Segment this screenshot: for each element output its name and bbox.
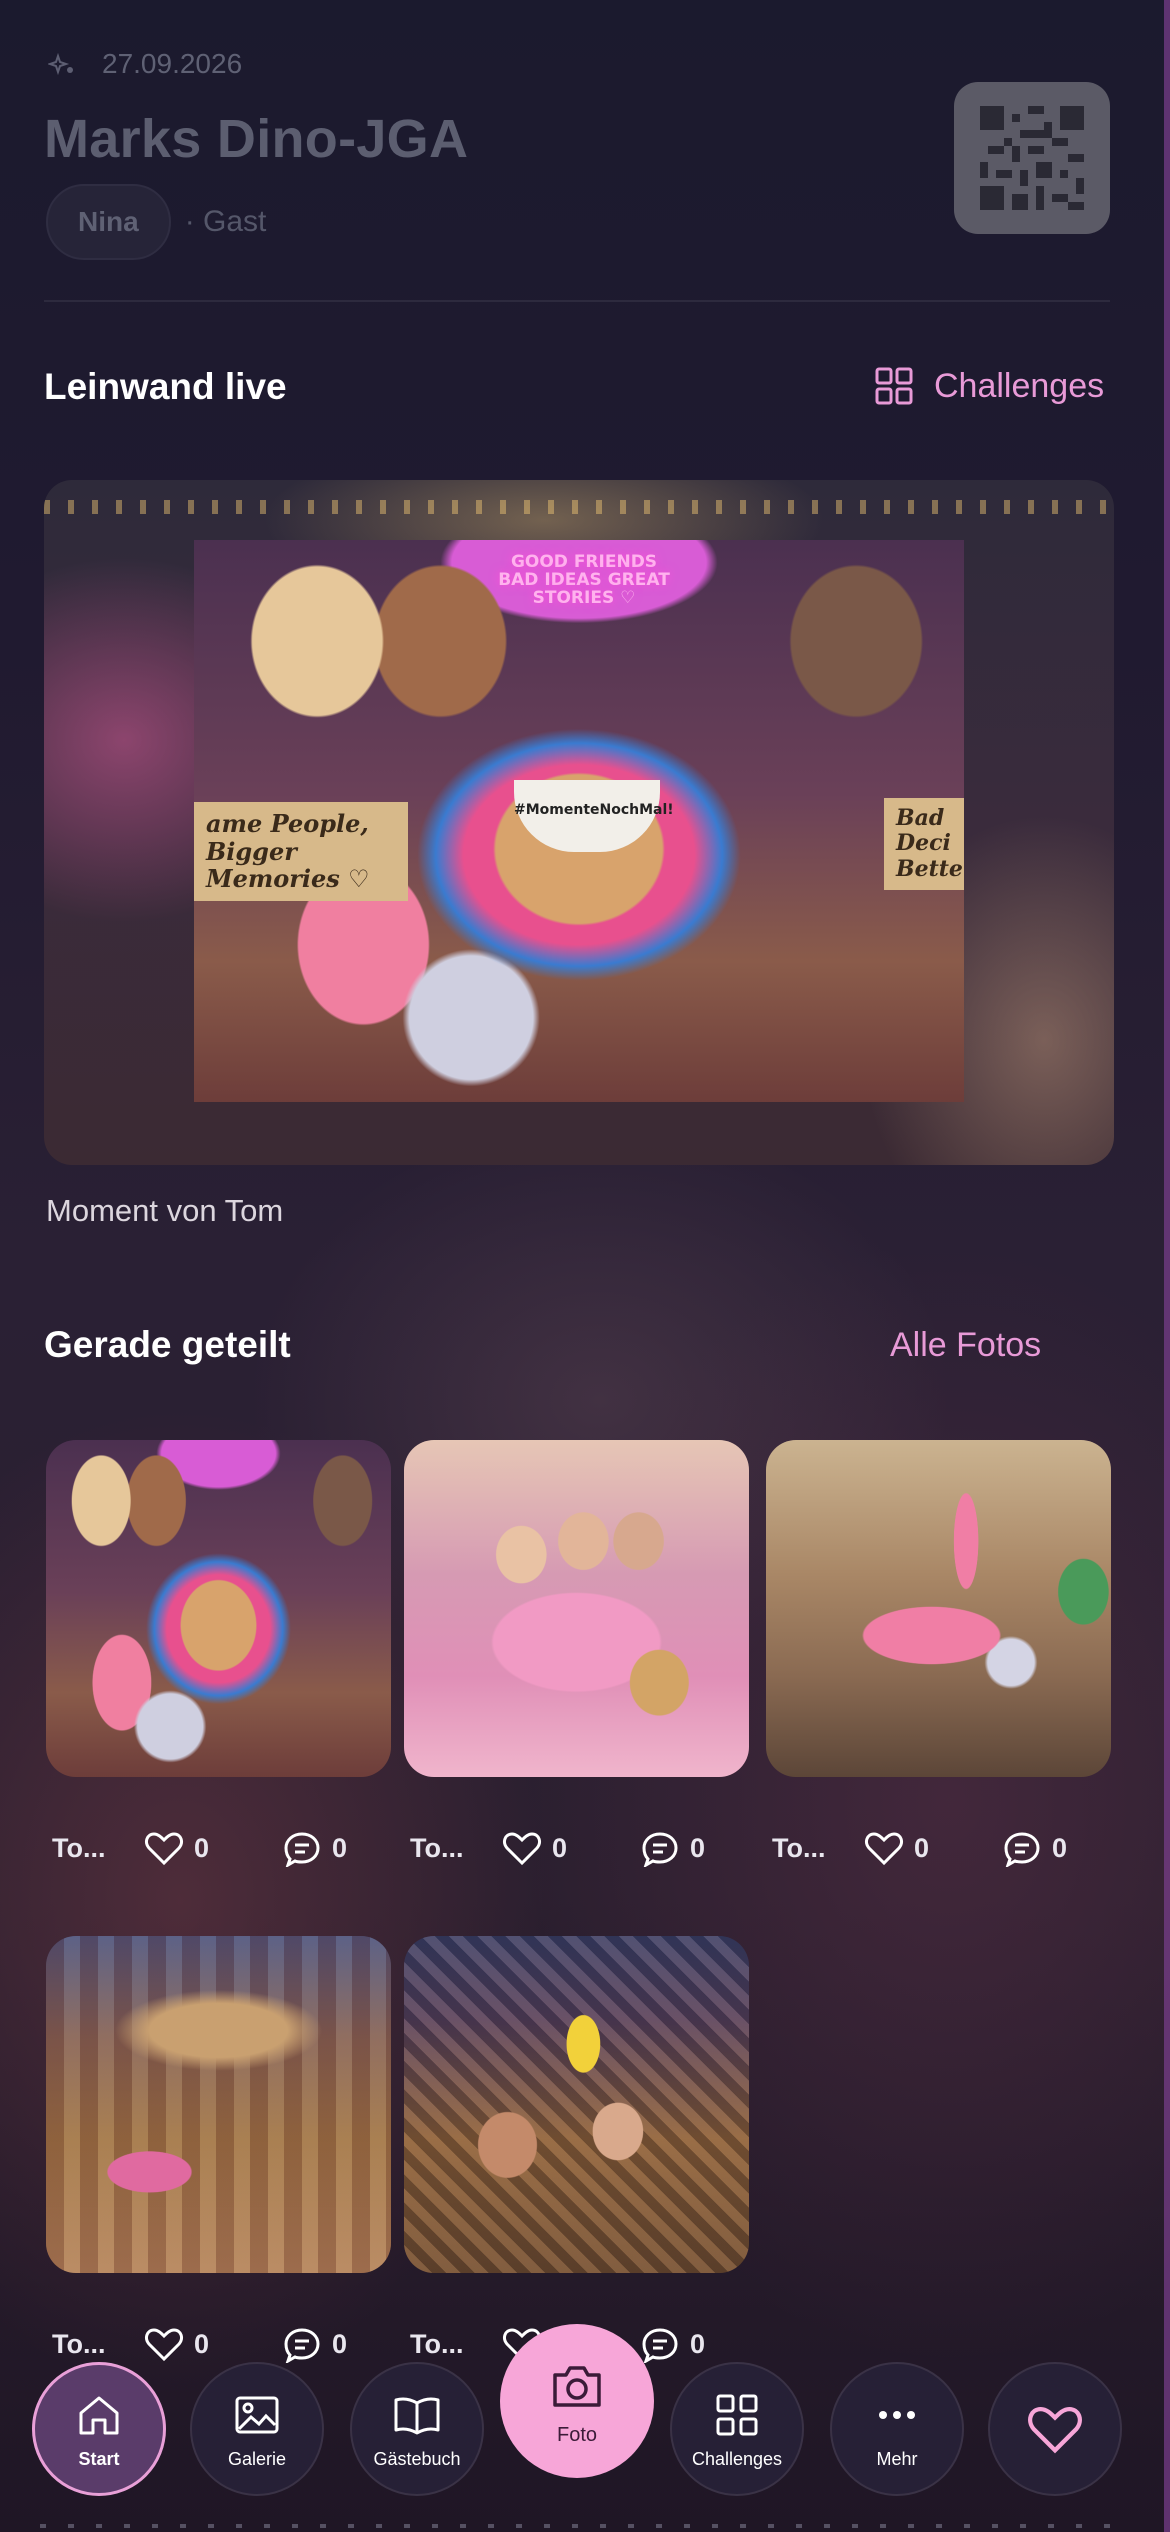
like-button[interactable]: 0 (864, 1829, 929, 1867)
nav-start-label: Start (78, 2448, 120, 2469)
cardboard-sign-right: Bad Deci Bette (884, 798, 964, 890)
camera-icon (553, 2365, 601, 2407)
nav-gaestebuch-label: Gästebuch (373, 2448, 461, 2469)
comment-icon (642, 2328, 678, 2363)
like-count: 0 (194, 2328, 210, 2359)
challenges-link[interactable]: Challenges (874, 366, 1104, 406)
party-dog-thumbnail (46, 1440, 391, 1777)
comment-count: 0 (1052, 1832, 1068, 1863)
home-icon (79, 2396, 119, 2434)
nav-gaestebuch[interactable]: Gästebuch (350, 2362, 484, 2496)
photo-author: To... (410, 2328, 464, 2359)
comment-button[interactable]: 0 (282, 2325, 347, 2363)
nav-mehr-label: Mehr (876, 2448, 918, 2469)
comment-button[interactable]: 0 (640, 2325, 705, 2363)
photo-tile[interactable] (46, 1440, 391, 1777)
heart-icon (145, 1832, 183, 1866)
like-count: 0 (194, 1832, 210, 1863)
nav-galerie[interactable]: Galerie (190, 2362, 324, 2496)
more-dots-icon (879, 2410, 915, 2419)
city-lights (44, 500, 1114, 514)
photo-author: To... (52, 1832, 106, 1863)
like-button[interactable]: 0 (144, 2325, 209, 2363)
neon-sign: GOOD FRIENDS BAD IDEAS GREAT STORIES ♡ (498, 552, 670, 608)
like-button[interactable]: 0 (144, 1829, 209, 1867)
group-selfie-thumbnail (404, 1936, 749, 2273)
flamingo-aftermath-thumbnail (766, 1440, 1111, 1777)
qr-code-button[interactable] (954, 82, 1110, 234)
photo-meta: To... 0 0 (766, 1828, 1111, 1868)
bottom-edge-dots (40, 2524, 1130, 2528)
like-count: 0 (552, 1832, 568, 1863)
event-date: 27.09.2026 (102, 48, 243, 79)
live-section-title: Leinwand live (44, 366, 287, 407)
challenges-link-label: Challenges (934, 366, 1105, 405)
photo-meta: To... 0 0 (404, 1828, 749, 1868)
comment-count: 0 (332, 2328, 348, 2359)
guest-info: Nina · Gast (46, 184, 266, 260)
live-caption: Moment von Tom (46, 1193, 284, 1228)
grid-icon (716, 2394, 758, 2435)
heart-icon (1028, 2406, 1082, 2454)
all-photos-link[interactable]: Alle Fotos (890, 1326, 1041, 1365)
qr-code-icon (980, 106, 1084, 210)
photo-author: To... (410, 1832, 464, 1863)
event-title: Marks Dino-JGA (44, 109, 469, 169)
nav-foto-button[interactable]: Foto (500, 2324, 654, 2478)
all-photos-link-label: Alle Fotos (890, 1326, 1042, 1364)
photo-tile[interactable] (404, 1936, 749, 2273)
nav-challenges[interactable]: Challenges (670, 2362, 804, 2496)
party-crowd-thumbnail (46, 1936, 391, 2273)
photo-tile[interactable] (766, 1440, 1111, 1777)
grid-icon (875, 367, 913, 405)
comment-button[interactable]: 0 (640, 1829, 705, 1867)
comment-icon (284, 2328, 320, 2363)
heart-icon (503, 1832, 541, 1866)
comment-icon (284, 1832, 320, 1867)
heart-icon (865, 1832, 903, 1866)
photo-author: To... (772, 1832, 826, 1863)
cardboard-sign-left: ame People, Bigger Memories ♡ (194, 802, 408, 901)
book-icon (394, 2397, 440, 2434)
guest-name-pill[interactable]: Nina (46, 184, 171, 260)
event-date-row: 27.09.2026 (48, 48, 242, 80)
header-divider (44, 300, 1110, 302)
like-button[interactable]: 0 (502, 1829, 567, 1867)
guest-role: · Gast (184, 205, 267, 238)
comment-button[interactable]: 0 (282, 1829, 347, 1867)
bachelorette-thumbnail (404, 1440, 749, 1777)
nav-challenges-label: Challenges (691, 2448, 783, 2469)
live-canvas-photo[interactable]: GOOD FRIENDS BAD IDEAS GREAT STORIES ♡ a… (194, 540, 964, 1102)
image-icon (235, 2396, 279, 2433)
comment-icon (642, 1832, 678, 1867)
comment-count: 0 (332, 1832, 348, 1863)
photo-tile[interactable] (404, 1440, 749, 1777)
comment-count: 0 (690, 1832, 706, 1863)
nav-start[interactable]: Start (32, 2362, 166, 2496)
nav-galerie-label: Galerie (227, 2448, 287, 2469)
nav-foto-label: Foto (556, 2423, 598, 2446)
like-count: 0 (914, 1832, 930, 1863)
comment-count: 0 (690, 2328, 706, 2359)
comment-icon (1004, 1832, 1040, 1867)
photo-author: To... (52, 2328, 106, 2359)
shared-section-title: Gerade geteilt (44, 1324, 291, 1365)
nav-mehr[interactable]: Mehr (830, 2362, 964, 2496)
comment-button[interactable]: 0 (1002, 1829, 1067, 1867)
photo-meta: To... 0 0 (46, 1828, 391, 1868)
sparkle-icon (48, 52, 73, 76)
scroll-rail[interactable] (1164, 0, 1170, 2532)
photo-meta: To... 0 0 (46, 2324, 391, 2364)
heart-icon (145, 2328, 183, 2362)
photo-tile[interactable] (46, 1936, 391, 2273)
favorites-button[interactable] (988, 2362, 1122, 2496)
